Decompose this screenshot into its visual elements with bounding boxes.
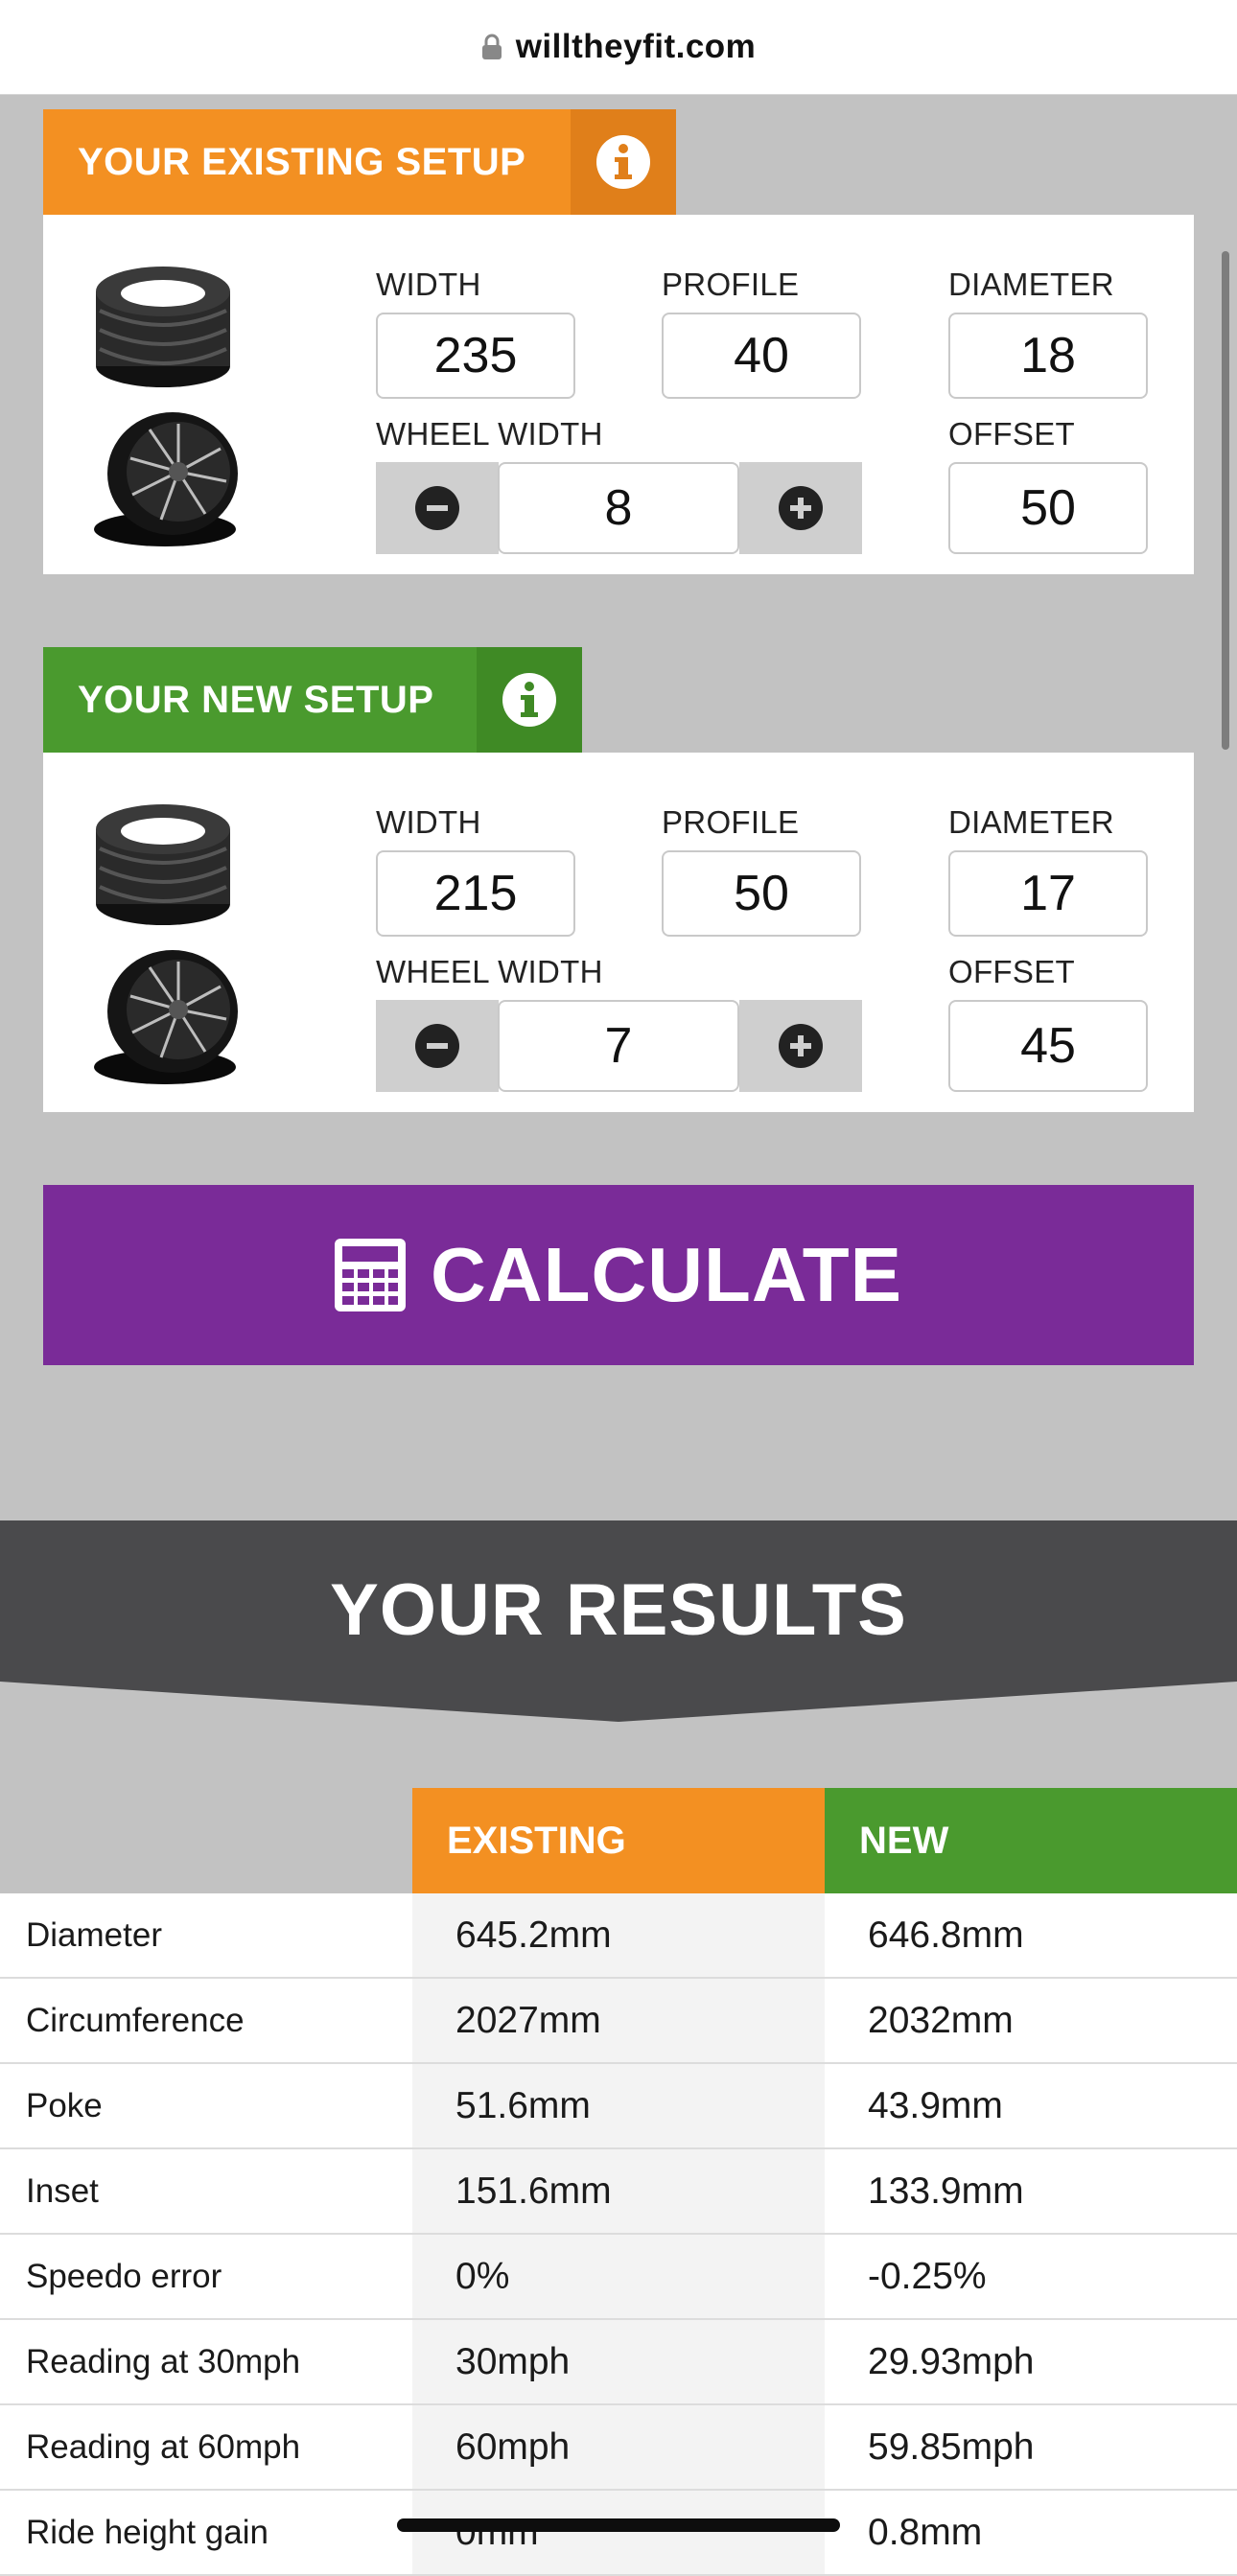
tyre-image: [96, 267, 230, 387]
wheel-width-label: WHEEL WIDTH: [376, 954, 603, 989]
calculator-icon: [335, 1239, 407, 1311]
new-width-input[interactable]: 215: [376, 850, 575, 937]
existing-profile-input[interactable]: 40: [662, 313, 861, 399]
row-label: Ride height gain: [26, 2513, 268, 2551]
row-label: Circumference: [26, 2001, 245, 2039]
results-title: YOUR RESULTS: [330, 1569, 907, 1651]
wheel-width-label: WHEEL WIDTH: [376, 416, 603, 452]
new-value: 646.8mm: [868, 1914, 1024, 1956]
existing-setup-title: YOUR EXISTING SETUP: [78, 140, 526, 183]
table-row: Circumference 2027mm 2032mm: [0, 1979, 1237, 2064]
new-offset-input[interactable]: 45: [948, 1000, 1148, 1092]
new-setup-tab: YOUR NEW SETUP: [43, 647, 582, 753]
new-value: 29.93mph: [868, 2340, 1035, 2382]
existing-offset-input[interactable]: 50: [948, 462, 1148, 554]
info-icon[interactable]: [477, 647, 582, 753]
scrollbar[interactable]: [1222, 251, 1229, 750]
row-label: Speedo error: [26, 2257, 222, 2295]
home-indicator[interactable]: [397, 2518, 840, 2532]
plus-circle-icon: [779, 1024, 823, 1068]
table-row: Inset 151.6mm 133.9mm: [0, 2149, 1237, 2235]
existing-setup-tab: YOUR EXISTING SETUP: [43, 109, 676, 215]
table-row: Diameter 645.2mm 646.8mm: [0, 1893, 1237, 1979]
tyre-image: [96, 804, 230, 925]
existing-value: 60mph: [412, 2405, 825, 2489]
calculate-label: CALCULATE: [431, 1232, 902, 1317]
existing-wheel-width-input[interactable]: 8: [498, 462, 739, 554]
new-setup-panel: WIDTH 215 PROFILE 50 DIAMETER 17 WHEEL W…: [43, 753, 1194, 1112]
existing-wheel-width-decrement-button[interactable]: [376, 462, 499, 554]
row-label: Reading at 60mph: [26, 2427, 301, 2466]
profile-label: PROFILE: [662, 804, 800, 840]
new-wheel-width-increment-button[interactable]: [739, 1000, 862, 1092]
existing-value: 0mm: [412, 2491, 825, 2574]
new-profile-input[interactable]: 50: [662, 850, 861, 937]
table-row: Speedo error 0% -0.25%: [0, 2235, 1237, 2320]
existing-value: 645.2mm: [412, 1893, 825, 1977]
table-row: Reading at 30mph 30mph 29.93mph: [0, 2320, 1237, 2405]
minus-circle-icon: [415, 1024, 459, 1068]
row-label: Inset: [26, 2171, 99, 2210]
info-icon[interactable]: [571, 109, 676, 215]
profile-label: PROFILE: [662, 267, 800, 302]
existing-value: 0%: [412, 2235, 825, 2318]
table-row: Reading at 60mph 60mph 59.85mph: [0, 2405, 1237, 2491]
existing-value: 2027mm: [412, 1979, 825, 2062]
new-value: 43.9mm: [868, 2084, 1003, 2126]
width-label: WIDTH: [376, 267, 481, 302]
new-value: 0.8mm: [868, 2511, 983, 2553]
plus-circle-icon: [779, 486, 823, 530]
row-label: Diameter: [26, 1915, 162, 1954]
new-value: -0.25%: [868, 2255, 987, 2297]
offset-label: OFFSET: [948, 416, 1075, 452]
url-text: willtheyfit.com: [515, 28, 757, 65]
new-setup-title: YOUR NEW SETUP: [78, 678, 434, 721]
new-column-header: NEW: [825, 1788, 1237, 1893]
existing-column-header: EXISTING: [412, 1788, 825, 1893]
table-row: Poke 51.6mm 43.9mm: [0, 2064, 1237, 2149]
existing-value: 30mph: [412, 2320, 825, 2403]
diameter-label: DIAMETER: [948, 267, 1114, 302]
new-value: 59.85mph: [868, 2425, 1035, 2468]
row-label: Reading at 30mph: [26, 2342, 301, 2380]
existing-wheel-width-increment-button[interactable]: [739, 462, 862, 554]
new-value: 133.9mm: [868, 2170, 1024, 2212]
offset-label: OFFSET: [948, 954, 1075, 989]
new-wheel-width-input[interactable]: 7: [498, 1000, 739, 1092]
existing-width-input[interactable]: 235: [376, 313, 575, 399]
results-rows: Diameter 645.2mm 646.8mm Circumference 2…: [0, 1893, 1237, 2576]
width-label: WIDTH: [376, 804, 481, 840]
existing-setup-panel: WIDTH 235 PROFILE 40 DIAMETER 18 WHEEL W…: [43, 215, 1194, 574]
existing-value: 151.6mm: [412, 2149, 825, 2233]
new-wheel-width-decrement-button[interactable]: [376, 1000, 499, 1092]
existing-value: 51.6mm: [412, 2064, 825, 2147]
new-diameter-input[interactable]: 17: [948, 850, 1148, 937]
browser-url-bar[interactable]: willtheyfit.com: [0, 0, 1237, 95]
existing-diameter-input[interactable]: 18: [948, 313, 1148, 399]
calculate-button[interactable]: CALCULATE: [43, 1185, 1194, 1365]
lock-icon: [481, 34, 502, 59]
diameter-label: DIAMETER: [948, 804, 1114, 840]
minus-circle-icon: [415, 486, 459, 530]
table-row: Ride height gain 0mm 0.8mm: [0, 2491, 1237, 2576]
wheel-image: [94, 412, 238, 546]
wheel-image: [94, 950, 238, 1084]
row-label: Poke: [26, 2086, 103, 2124]
results-banner: YOUR RESULTS: [0, 1520, 1237, 1722]
new-value: 2032mm: [868, 1999, 1014, 2041]
